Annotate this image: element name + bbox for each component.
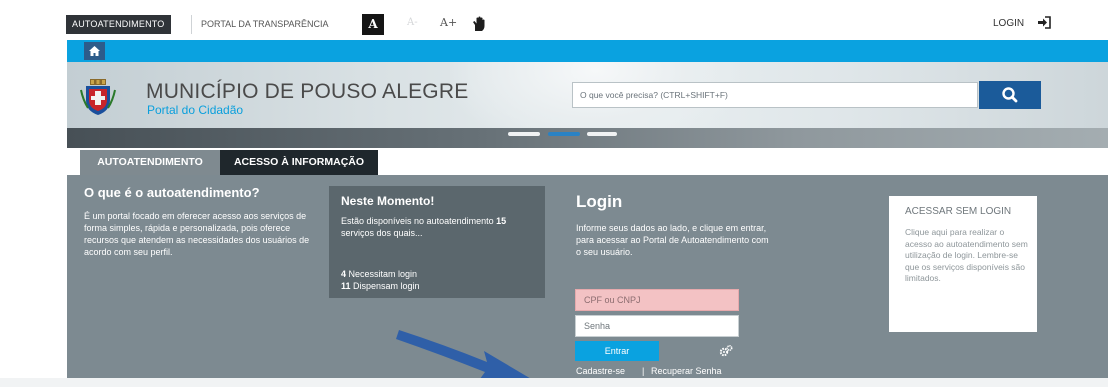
info-title: O que é o autoatendimento? — [84, 185, 260, 200]
home-button[interactable] — [84, 42, 105, 60]
login-link[interactable]: LOGIN — [993, 18, 1024, 29]
now-service-count: 15 — [496, 216, 507, 226]
now-title: Neste Momento! — [341, 194, 435, 208]
register-link[interactable]: Cadastre-se — [576, 366, 625, 376]
tab-acesso-informacao[interactable]: ACESSO À INFORMAÇÃO — [220, 150, 378, 175]
font-size-decrease-button[interactable]: A- — [407, 17, 418, 28]
search-icon — [1002, 87, 1018, 103]
carousel-dot-3[interactable] — [587, 132, 617, 136]
password-input[interactable]: Senha — [575, 315, 739, 337]
home-icon — [89, 46, 100, 56]
footer-strip — [0, 378, 1108, 387]
top-link-autoatendimento[interactable]: AUTOATENDIMENTO — [66, 15, 171, 34]
access-without-login-title[interactable]: ACESSAR SEM LOGIN — [905, 206, 1011, 217]
recover-password-link[interactable]: Recuperar Senha — [651, 366, 722, 376]
search-button[interactable] — [979, 81, 1041, 109]
carousel-dot-2[interactable] — [548, 132, 580, 136]
now-description: Estão disponíveis no autoatendimento 15 … — [341, 216, 507, 238]
gears-icon[interactable] — [719, 344, 733, 358]
hero-lower-band — [67, 128, 1108, 148]
login-title: Login — [576, 192, 623, 211]
font-size-normal-button[interactable]: A — [362, 14, 384, 35]
search-input[interactable]: O que você precisa? (CTRL+SHIFT+F) — [572, 82, 978, 108]
hand-sign-icon[interactable] — [472, 16, 486, 32]
now-login-required: 4 Necessitam login — [341, 269, 418, 279]
cpf-cnpj-input[interactable]: CPF ou CNPJ — [575, 289, 739, 311]
municipal-crest-icon — [80, 79, 116, 115]
site-subtitle: Portal do Cidadão — [147, 103, 244, 117]
carousel-dot-1[interactable] — [508, 132, 540, 136]
access-without-login-description: Clique aqui para realizar o acesso ao au… — [905, 227, 1028, 283]
page: AUTOATENDIMENTO PORTAL DA TRANSPARÊNCIA … — [0, 0, 1108, 387]
now-login-optional: 11 Dispensam login — [341, 281, 420, 291]
sign-in-icon[interactable] — [1037, 16, 1051, 29]
info-description: É um portal focado em oferecer acesso ao… — [84, 211, 310, 257]
link-separator: | — [642, 366, 645, 376]
top-separator — [191, 15, 192, 34]
tab-autoatendimento[interactable]: AUTOATENDIMENTO — [80, 150, 220, 175]
font-size-increase-button[interactable]: A+ — [440, 16, 457, 29]
login-description: Informe seus dados ao lado, e clique em … — [576, 223, 769, 257]
enter-button[interactable]: Entrar — [575, 341, 659, 361]
top-link-portal-transparencia[interactable]: PORTAL DA TRANSPARÊNCIA — [201, 15, 329, 34]
site-title[interactable]: MUNICÍPIO DE POUSO ALEGRE — [146, 80, 468, 104]
nav-bar — [67, 40, 1108, 62]
